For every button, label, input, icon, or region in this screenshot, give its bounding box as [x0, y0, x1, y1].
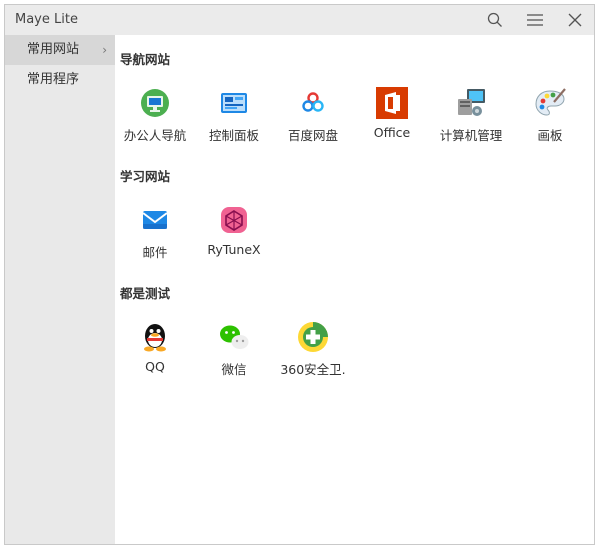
launcher-item-360-security[interactable]: 360安全卫. — [273, 321, 353, 387]
sidebar-item-common-programs[interactable]: 常用程序 — [5, 65, 115, 95]
menu-icon — [527, 14, 543, 26]
qq-icon — [139, 321, 171, 353]
title-bar: Maye Lite — [5, 5, 594, 35]
menu-button[interactable] — [521, 8, 549, 32]
office-nav-icon — [139, 87, 171, 119]
baidu-netdisk-icon — [297, 87, 329, 119]
mail-icon — [139, 204, 171, 236]
sidebar-item-label: 常用程序 — [27, 72, 80, 87]
launcher-item-label: 360安全卫. — [280, 362, 346, 377]
launcher-item-wechat[interactable]: 微信 — [194, 321, 274, 387]
sidebar-item-common-websites[interactable]: 常用网站 › — [5, 35, 115, 65]
launcher-item-mail[interactable]: 邮件 — [115, 204, 195, 270]
section-title-nav: 导航网站 — [120, 52, 171, 67]
wechat-icon — [218, 321, 250, 353]
launcher-item-computer-management[interactable]: 计算机管理 — [431, 87, 511, 153]
section-title-test: 都是测试 — [120, 286, 171, 301]
search-icon — [487, 12, 502, 27]
launcher-item-rytunex[interactable]: RyTuneX — [194, 204, 274, 270]
sidebar-item-label: 常用网站 — [27, 42, 80, 57]
launcher-item-control-panel[interactable]: 控制面板 — [194, 87, 274, 153]
launcher-item-baidu-netdisk[interactable]: 百度网盘 — [273, 87, 353, 153]
paint-icon — [534, 87, 566, 119]
launcher-item-paint[interactable]: 画板 — [510, 87, 590, 153]
close-button[interactable] — [561, 8, 589, 32]
app-window: Maye Lite 常用网站 › 常用程序 导航网站 办公人导航 控制面板 百度… — [4, 4, 595, 545]
sidebar: 常用网站 › 常用程序 — [5, 35, 115, 544]
computer-management-icon — [455, 87, 487, 119]
window-title: Maye Lite — [15, 12, 78, 27]
section-title-study: 学习网站 — [120, 169, 171, 184]
close-icon — [568, 13, 582, 27]
main-content: 导航网站 办公人导航 控制面板 百度网盘 Office 计算机管理 画板 学习网… — [115, 35, 594, 544]
launcher-item-label: 画板 — [537, 128, 563, 143]
launcher-item-office-nav[interactable]: 办公人导航 — [115, 87, 195, 153]
launcher-item-office[interactable]: Office — [352, 87, 432, 153]
control-panel-icon — [218, 87, 250, 119]
rytunex-icon — [218, 204, 250, 236]
chevron-right-icon: › — [102, 43, 107, 57]
360-security-icon — [297, 321, 329, 353]
office-icon — [376, 87, 408, 119]
launcher-item-qq[interactable]: QQ — [115, 321, 195, 387]
search-button[interactable] — [481, 8, 509, 32]
launcher-item-label: RyTuneX — [207, 242, 261, 257]
